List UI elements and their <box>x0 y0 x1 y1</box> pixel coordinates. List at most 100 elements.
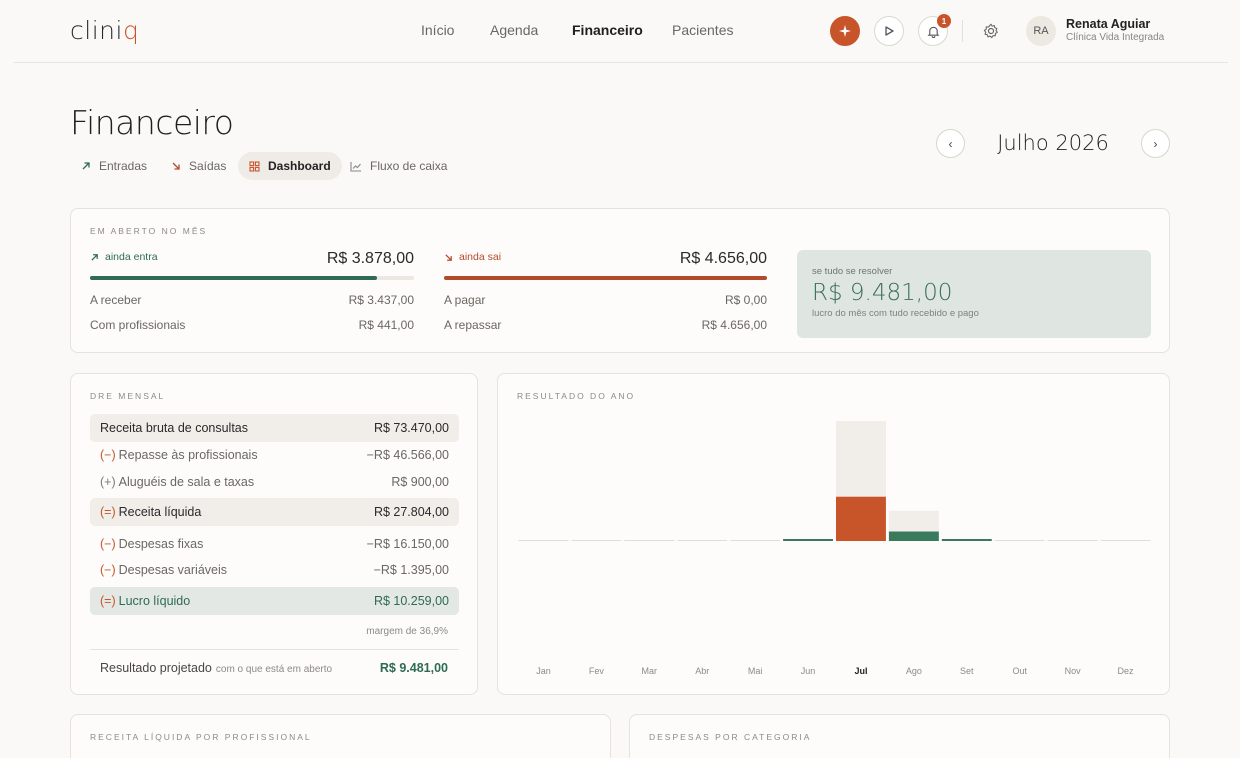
tab-entradas[interactable]: Entradas <box>70 152 158 180</box>
chart-baseline-segment <box>677 540 728 541</box>
arrow-up-right-icon <box>91 253 98 261</box>
dre-row-label-wrap: (+) Aluguéis de sala e taxas <box>100 475 254 489</box>
arrow-down-right-icon <box>445 253 452 261</box>
expenses-by-category-card: Despesas por categoria <box>629 714 1170 758</box>
tab-dashboard-label: Dashboard <box>268 159 331 173</box>
dre-row-label: Aluguéis de sala e taxas <box>118 475 255 489</box>
outgoing-progress-fill <box>444 276 767 280</box>
user-organization: Clínica Vida Integrada <box>1066 32 1165 43</box>
section-label: Em aberto no mês <box>90 226 208 236</box>
next-month-button[interactable]: › <box>1141 129 1170 158</box>
x-tick-label: Fev <box>589 666 605 676</box>
section-label: Receita líquida por profissional <box>90 732 312 742</box>
receivable-value: R$ 3.437,00 <box>348 293 414 307</box>
line-chart-icon <box>350 161 361 172</box>
nav-item-financeiro[interactable]: Financeiro <box>572 22 643 38</box>
projection-value: R$ 9.481,00 <box>812 280 953 306</box>
x-tick-label: Nov <box>1065 666 1082 676</box>
dre-row-label-wrap: (−) Despesas variáveis <box>100 563 227 577</box>
dre-sign: (=) <box>100 505 116 519</box>
projection-box: se tudo se resolver R$ 9.481,00 lucro do… <box>797 250 1151 338</box>
play-button[interactable] <box>874 16 904 46</box>
month-navigator: ‹ Julho 2026 › <box>936 129 1170 159</box>
dre-row-value: R$ 27.804,00 <box>373 505 449 519</box>
current-month: Julho 2026 <box>997 131 1109 155</box>
projected-result-label: Resultado projetado com o que está em abe… <box>100 661 332 675</box>
play-icon <box>885 26 894 36</box>
incoming-label-text: ainda entra <box>105 251 158 263</box>
nav-item-inicio[interactable]: Início <box>421 22 454 38</box>
arrow-down-right-icon <box>172 162 180 170</box>
outgoing-progress-bar <box>444 276 767 280</box>
section-label: DRE mensal <box>90 391 166 401</box>
avatar[interactable]: RA <box>1026 16 1056 46</box>
dre-row-value: −R$ 16.150,00 <box>366 537 449 551</box>
incoming-label: ainda entra <box>90 251 158 263</box>
payable-value: R$ 0,00 <box>724 293 767 307</box>
open-this-month-card: Em aberto no mês ainda entra R$ 3.878,00… <box>70 208 1170 353</box>
projected-hint: com o que está em aberto <box>215 664 333 675</box>
dre-sign: (−) <box>100 448 116 462</box>
nav-item-agenda[interactable]: Agenda <box>490 22 538 38</box>
chart-baseline-segment <box>571 540 622 541</box>
dre-row-label-wrap: (=) Receita líquida <box>100 505 201 519</box>
chart-baseline-segment <box>1100 540 1151 541</box>
incoming-progress-fill <box>90 276 377 280</box>
notification-count-badge: 1 <box>937 14 951 28</box>
nav-item-pacientes[interactable]: Pacientes <box>672 22 733 38</box>
tab-fluxo-de-caixa[interactable]: Fluxo de caixa <box>339 152 458 180</box>
dre-row-value: −R$ 1.395,00 <box>373 563 449 577</box>
dre-row-label-wrap: (−) Despesas fixas <box>100 537 203 551</box>
dre-sign: (−) <box>100 537 116 551</box>
dre-row-gross-revenue: Receita bruta de consultas R$ 73.470,00 <box>90 414 459 442</box>
chart-bar-jul[interactable] <box>836 496 886 541</box>
chart-bar-ago[interactable] <box>888 531 939 541</box>
chart-baseline-segment <box>994 540 1045 541</box>
chart-bar-jun[interactable] <box>783 539 833 541</box>
settings-button[interactable] <box>980 20 1002 42</box>
dre-row-net-profit: (=) Lucro líquido R$ 10.259,00 <box>90 587 459 615</box>
sparkle-icon <box>839 25 851 37</box>
dre-row-net-revenue: (=) Receita líquida R$ 27.804,00 <box>90 498 459 526</box>
projected-result-value: R$ 9.481,00 <box>379 661 448 675</box>
dre-card: DRE mensal Receita bruta de consultas R$… <box>70 373 478 695</box>
user-name[interactable]: Renata Aguiar <box>1066 17 1150 31</box>
incoming-progress-bar <box>90 276 414 280</box>
x-tick-label: Mar <box>642 666 658 676</box>
x-tick-label: Mai <box>748 666 763 676</box>
dre-row-value: R$ 900,00 <box>391 475 449 489</box>
notifications-button[interactable]: 1 <box>918 14 951 46</box>
dre-row-value: −R$ 46.566,00 <box>366 448 449 462</box>
dre-row-label: Receita líquida <box>118 505 202 519</box>
grid-icon <box>249 160 260 172</box>
x-tick-label: Ago <box>906 666 922 676</box>
projection-subtitle: lucro do mês com tudo recebido e pago <box>812 308 979 319</box>
tab-saidas-label: Saídas <box>189 159 227 173</box>
x-tick-label: Out <box>1012 666 1027 676</box>
tab-entradas-label: Entradas <box>99 159 148 173</box>
dre-row-label: Despesas fixas <box>118 537 204 551</box>
tab-dashboard[interactable]: Dashboard <box>238 152 342 180</box>
dre-row-label-wrap: (=) Lucro líquido <box>100 594 190 608</box>
previous-month-button[interactable]: ‹ <box>936 129 965 158</box>
incoming-total: R$ 3.878,00 <box>326 250 414 267</box>
dre-sign: (=) <box>100 594 116 608</box>
x-tick-label: Abr <box>695 666 709 676</box>
page-title: Financeiro <box>70 103 234 142</box>
payable-label: A pagar <box>444 293 486 307</box>
x-tick-label: Jun <box>801 666 816 676</box>
year-result-card: Resultado do ano Jan Fev Mar Abr Mai Jun Jul Ag… <box>497 373 1170 695</box>
net-revenue-by-professional-card: Receita líquida por profissional <box>70 714 611 758</box>
dre-row-value: R$ 73.470,00 <box>373 421 449 435</box>
x-tick-label: Dez <box>1118 666 1135 676</box>
x-tick-label: Set <box>960 666 974 676</box>
dre-row-fixed-expenses: (−) Despesas fixas −R$ 16.150,00 <box>90 530 459 558</box>
dre-row-label: Despesas variáveis <box>118 563 228 577</box>
top-bar: cliniq Início Agenda Financeiro Paciente… <box>14 0 1228 63</box>
sparkle-button[interactable] <box>830 16 860 46</box>
tab-saidas[interactable]: Saídas <box>160 152 237 180</box>
header-divider <box>962 20 963 42</box>
dre-row-label-wrap: (−) Repasse às profissionais <box>100 448 258 462</box>
chart-bar-set[interactable] <box>941 539 992 541</box>
dre-row-transfer: (−) Repasse às profissionais −R$ 46.566,0… <box>90 441 459 469</box>
